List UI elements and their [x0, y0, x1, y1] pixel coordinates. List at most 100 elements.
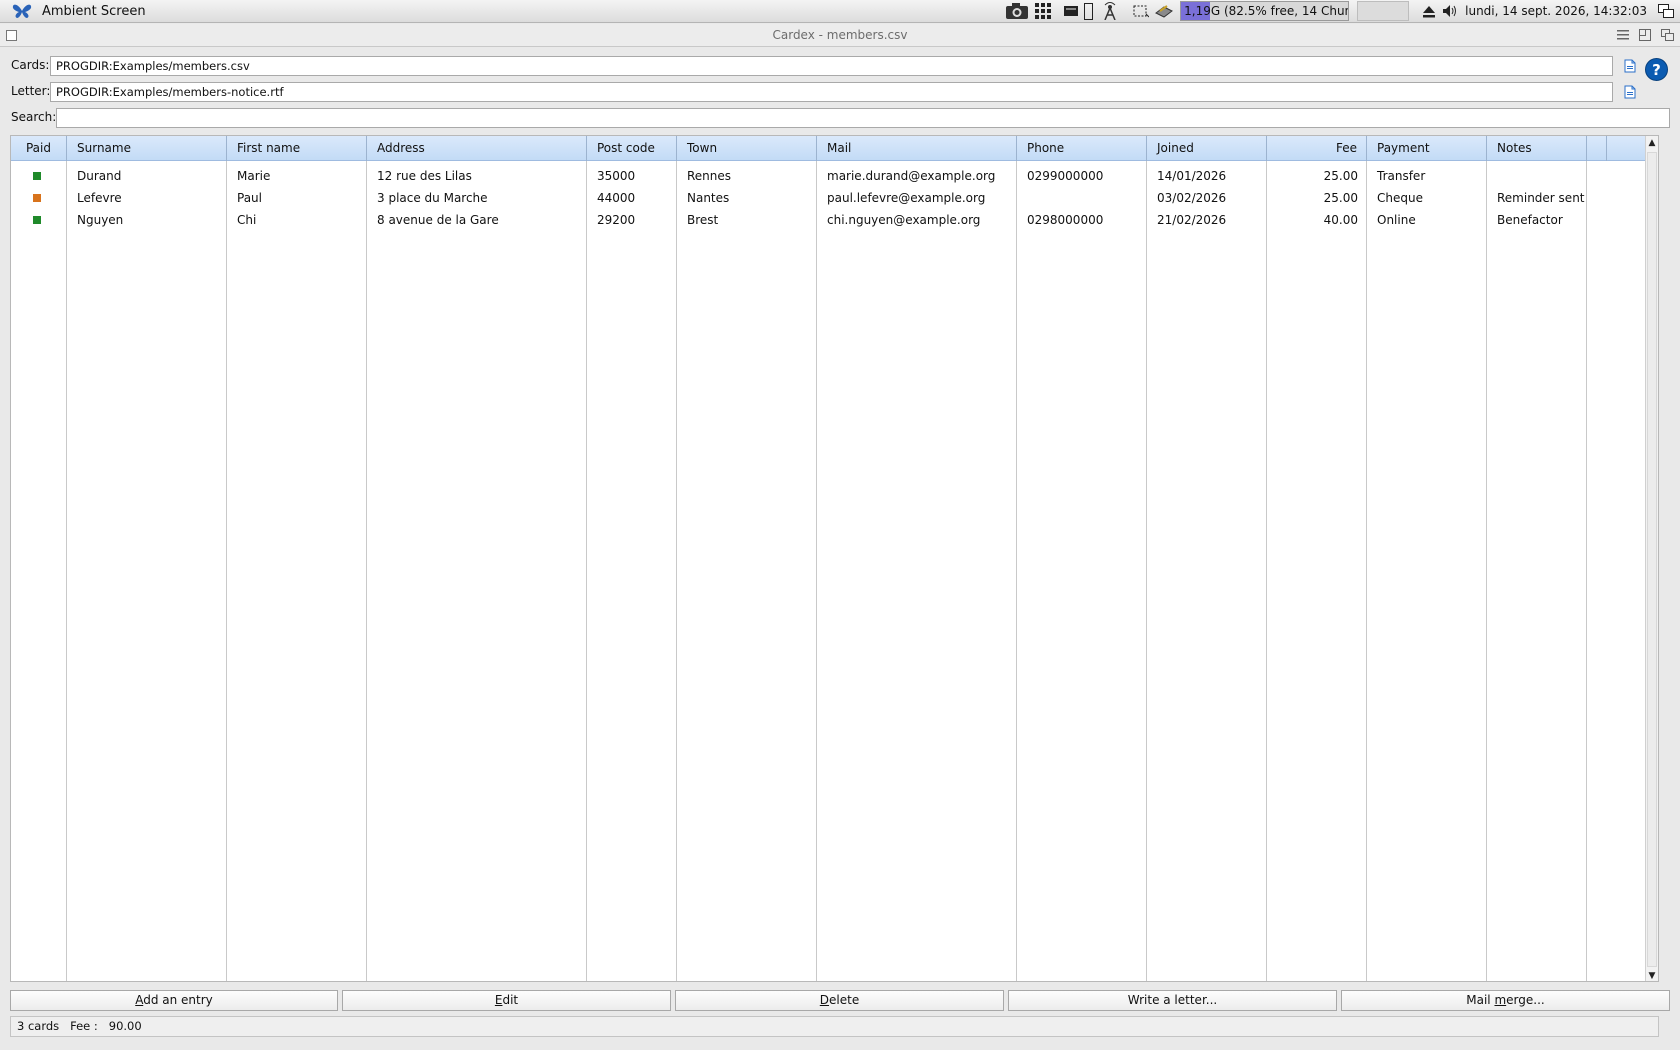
column-header-extra[interactable]: [1587, 136, 1607, 161]
column-header-phone[interactable]: Phone: [1017, 136, 1147, 161]
write-letter-button[interactable]: Write a letter...: [1008, 990, 1337, 1011]
column-header-paid[interactable]: Paid: [11, 136, 67, 161]
cell-phone: [1017, 187, 1147, 209]
screenshot-select-icon[interactable]: [1133, 1, 1150, 21]
eject-icon[interactable]: [1422, 1, 1436, 21]
vertical-scrollbar[interactable]: ▲ ▼: [1645, 136, 1658, 981]
paid-status-marker: [33, 194, 41, 202]
sd-card-icon[interactable]: [1064, 1, 1079, 21]
members-table[interactable]: Paid Surname First name Address Post cod…: [10, 135, 1659, 982]
cell-payment: Cheque: [1377, 191, 1423, 205]
column-header-post-code[interactable]: Post code: [587, 136, 677, 161]
cell-phone: 0298000000: [1027, 213, 1104, 227]
cell-post-code: 35000: [597, 169, 636, 183]
cell-town: Nantes: [687, 191, 730, 205]
column-divider: [66, 161, 67, 981]
column-divider: [366, 161, 367, 981]
mail-merge-button[interactable]: Mail merge...: [1341, 990, 1670, 1011]
cell-town: Brest: [687, 213, 719, 227]
clock[interactable]: lundi, 14 sept. 2026, 14:32:03: [1465, 4, 1647, 18]
button-shortcut-key: D: [819, 993, 830, 1007]
column-divider: [1586, 161, 1587, 981]
column-divider: [1016, 161, 1017, 981]
cell-fee: 40.00: [1323, 213, 1358, 227]
cell-joined: 03/02/2026: [1157, 191, 1227, 205]
antenna-icon[interactable]: [1102, 1, 1118, 21]
butterfly-logo-icon[interactable]: [12, 3, 32, 19]
column-divider: [1266, 161, 1267, 981]
column-divider: [676, 161, 677, 981]
button-shortcut-key: m: [1494, 993, 1507, 1007]
table-row[interactable]: Lefevre Paul 3 place du Marche 44000 Nan…: [11, 187, 1658, 209]
battery-icon[interactable]: [1084, 1, 1094, 21]
cell-payment: Transfer: [1377, 169, 1426, 183]
memory-label: 1,19G (82.5% free, 14 Chunks): [1184, 4, 1348, 18]
camera-icon[interactable]: [1005, 1, 1029, 21]
cards-file-picker-icon[interactable]: [1623, 58, 1637, 74]
column-header-surname[interactable]: Surname: [67, 136, 227, 161]
cell-fee: 25.00: [1323, 191, 1358, 205]
cell-first-name: Marie: [237, 169, 271, 183]
column-divider: [1486, 161, 1487, 981]
cell-notes: [1487, 165, 1587, 187]
edit-button[interactable]: Edit: [342, 990, 671, 1011]
column-header-joined[interactable]: Joined: [1147, 136, 1267, 161]
paid-status-marker: [33, 172, 41, 180]
cell-post-code: 44000: [597, 191, 636, 205]
column-header-notes[interactable]: Notes: [1487, 136, 1587, 161]
grid-icon[interactable]: [1035, 1, 1052, 21]
scroll-up-icon[interactable]: ▲: [1646, 137, 1658, 149]
button-label-post: dd an entry: [143, 993, 213, 1007]
button-label-pre: Mail: [1466, 993, 1495, 1007]
volume-icon[interactable]: [1442, 1, 1458, 21]
window-title-bar[interactable]: Cardex - members.csv: [0, 24, 1680, 47]
letter-file-field[interactable]: PROGDIR:Examples/members-notice.rtf: [50, 82, 1613, 102]
cards-file-field[interactable]: PROGDIR:Examples/members.csv: [50, 56, 1613, 76]
cell-town: Rennes: [687, 169, 732, 183]
table-header: Paid Surname First name Address Post cod…: [11, 136, 1658, 161]
column-divider: [586, 161, 587, 981]
column-header-address[interactable]: Address: [367, 136, 587, 161]
cell-mail: paul.lefevre@example.org: [827, 191, 986, 205]
depth-icon[interactable]: [1660, 28, 1674, 42]
memory-gauge[interactable]: 1,19G (82.5% free, 14 Chunks): [1180, 1, 1350, 21]
cell-address: 12 rue des Lilas: [377, 169, 472, 183]
search-label: Search:: [11, 110, 57, 124]
cell-notes: Benefactor: [1497, 213, 1563, 227]
window-title: Cardex - members.csv: [772, 28, 908, 42]
button-label-post: erge...: [1506, 993, 1545, 1007]
iconify-icon[interactable]: [1616, 28, 1630, 42]
cell-notes: Reminder sent: [1497, 191, 1585, 205]
button-label-post: elete: [829, 993, 860, 1007]
disk-icon[interactable]: [1155, 1, 1174, 21]
cpu-meter[interactable]: [1357, 1, 1410, 21]
zoom-icon[interactable]: [1638, 28, 1652, 42]
cell-joined: 21/02/2026: [1157, 213, 1227, 227]
button-label-pre: Write a letter...: [1127, 993, 1218, 1007]
cell-surname: Nguyen: [77, 213, 124, 227]
column-divider: [1366, 161, 1367, 981]
column-header-first-name[interactable]: First name: [227, 136, 367, 161]
table-row[interactable]: Nguyen Chi 8 avenue de la Gare 29200 Bre…: [11, 209, 1658, 231]
add-entry-button[interactable]: Add an entry: [10, 990, 338, 1011]
cell-address: 3 place du Marche: [377, 191, 488, 205]
cell-payment: Online: [1377, 213, 1416, 227]
letter-file-picker-icon[interactable]: [1623, 84, 1637, 100]
table-row[interactable]: Durand Marie 12 rue des Lilas 35000 Renn…: [11, 165, 1658, 187]
column-header-payment[interactable]: Payment: [1367, 136, 1487, 161]
help-button[interactable]: ?: [1645, 58, 1668, 81]
scroll-thumb[interactable]: [1647, 152, 1657, 967]
column-header-mail[interactable]: Mail: [817, 136, 1017, 161]
delete-button[interactable]: Delete: [675, 990, 1004, 1011]
cell-mail: chi.nguyen@example.org: [827, 213, 981, 227]
window-close-button[interactable]: [6, 30, 17, 41]
screen-depth-icon[interactable]: [1658, 1, 1674, 21]
column-header-town[interactable]: Town: [677, 136, 817, 161]
screen-title: Ambient Screen: [42, 3, 146, 19]
column-header-fee[interactable]: Fee: [1267, 136, 1367, 161]
cell-surname: Durand: [77, 169, 122, 183]
scroll-down-icon[interactable]: ▼: [1646, 970, 1658, 981]
system-tray: 1,19G (82.5% free, 14 Chunks) lundi, 14 …: [1002, 0, 1680, 23]
search-input[interactable]: [56, 108, 1670, 128]
letter-label: Letter:: [11, 84, 51, 98]
